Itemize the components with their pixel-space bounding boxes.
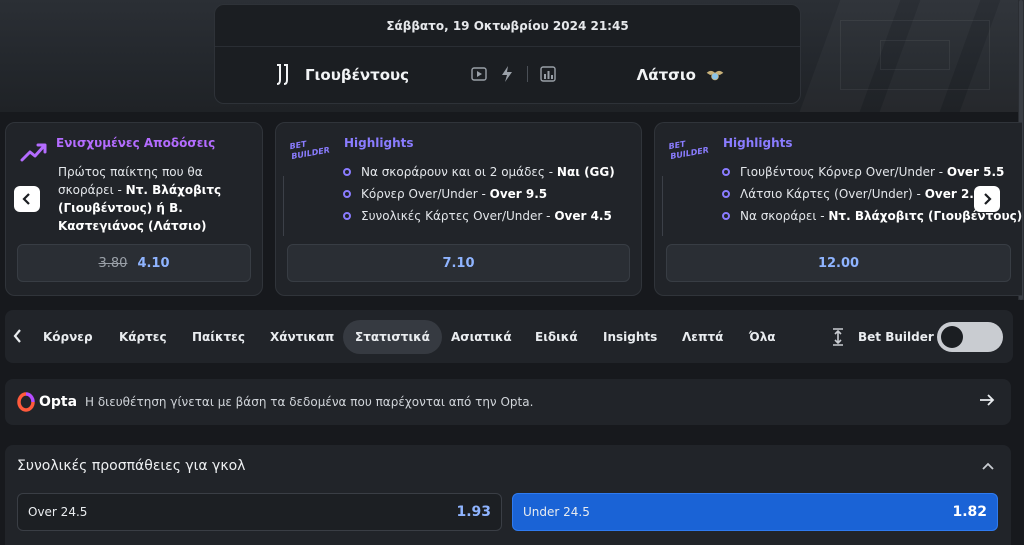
selection-over-button[interactable]: Over 24.5 1.93 [17,493,502,531]
bet-builder-toggle[interactable] [937,322,1003,352]
tab-cards[interactable]: Κάρτες [107,320,179,354]
home-team-name: Γιουβέντους [305,66,410,84]
lightning-icon[interactable] [499,66,515,82]
bet-builder-logo: BET BUILDER [667,139,710,162]
tab-insights[interactable]: Insights [591,320,669,354]
list-item: Κόρνερ Over/Under - Over 9.5 [341,183,633,205]
tab-statistics[interactable]: Στατιστικά [343,320,442,354]
match-actions [471,66,556,82]
opta-banner[interactable]: Opta Η διευθέτηση γίνεται με βάση τα δεδ… [5,379,1011,425]
market-title: Συνολικές προσπάθειες για γκολ [17,458,246,474]
away-team-name: Λάτσιο [636,66,696,84]
tab-asian[interactable]: Ασιατικά [439,320,524,354]
promo-odds-button[interactable]: 12.00 [666,244,1011,282]
promo-card-bet-builder[interactable]: BET BUILDER Highlights Γιουβέντους Κόρνερ… [654,122,1022,296]
carousel-prev-button[interactable] [14,186,40,212]
bet-builder-icon [833,328,843,346]
tabs-prev-button[interactable] [7,324,29,348]
carousel-next-button[interactable] [974,186,1000,212]
boosted-odds: 4.10 [137,255,170,271]
promo-card-bet-builder[interactable]: BET BUILDER Highlights Να σκοράρουν και ο… [275,122,642,296]
promo-title: Highlights [723,136,793,150]
match-card: Σάββατο, 19 Οκτωβρίου 2024 21:45 Γιουβέν… [214,4,801,104]
opta-logo: Opta [17,391,77,413]
list-item: Συνολικές Κάρτες Over/Under - Over 4.5 [341,205,633,227]
tab-minutes[interactable]: Λεπτά [670,320,735,354]
promo-card-boost[interactable]: Ενισχυμένες Αποδόσεις Πρώτος παίκτης που… [5,122,263,296]
chevron-left-icon [22,193,30,205]
play-icon[interactable] [471,66,487,82]
lazio-crest-icon [706,64,724,86]
arrow-right-icon[interactable] [979,392,997,412]
tab-players[interactable]: Παίκτες [180,320,257,354]
opta-mark-icon [17,392,35,412]
odds: 12.00 [817,255,860,271]
stats-icon[interactable] [540,66,556,82]
selection-odds: 1.93 [456,504,491,520]
list-item: Γιουβέντους Κόρνερ Over/Under - Over 5.5 [720,161,1022,183]
list-item: Να σκοράρουν και οι 2 ομάδες - Ναι (GG) [341,161,633,183]
tab-handicap[interactable]: Χάντικαπ [258,320,346,354]
match-datetime: Σάββατο, 19 Οκτωβρίου 2024 21:45 [215,5,800,47]
selection-label: Under 24.5 [523,505,590,519]
promo-description: Πρώτος παίκτης που θα σκοράρει - Ντ. Βλά… [58,165,222,233]
odds: 7.10 [442,255,475,271]
tab-specials[interactable]: Ειδικά [523,320,590,354]
tab-corners[interactable]: Κόρνερ [31,320,105,354]
bet-builder-logo: BET BUILDER [288,139,331,162]
promo-odds-button[interactable]: 3.80 4.10 [17,244,251,282]
selection-under-button[interactable]: Under 24.5 1.82 [512,493,998,531]
bet-builder-label: Bet Builder [858,330,934,344]
tab-all[interactable]: Όλα [737,320,788,354]
opta-disclaimer: Η διευθέτηση γίνεται με βάση τα δεδομένα… [85,395,534,409]
trending-up-icon [20,143,47,162]
chevron-left-icon [13,329,21,343]
home-team[interactable]: Γιουβέντους [273,61,409,89]
promo-carousel: Ενισχυμένες Αποδόσεις Πρώτος παίκτης που… [0,122,1024,298]
old-odds: 3.80 [98,255,128,271]
market-tabs: Κόρνερ Κάρτες Παίκτες Χάντικαπ Στατιστικ… [5,310,1013,363]
selection-odds: 1.82 [952,504,987,520]
divider [527,66,528,82]
chevron-right-icon [984,193,992,205]
promo-odds-button[interactable]: 7.10 [287,244,630,282]
market-total-goal-attempts: Συνολικές προσπάθειες για γκολ Over 24.5… [5,445,1011,545]
juventus-crest-icon [273,64,291,86]
away-team[interactable]: Λάτσιο [637,61,724,89]
highlights-list: Να σκοράρουν και οι 2 ομάδες - Ναι (GG) … [341,161,633,227]
selection-label: Over 24.5 [28,505,88,519]
match-header: Σάββατο, 19 Οκτωβρίου 2024 21:45 Γιουβέν… [0,0,1024,112]
promo-title: Ενισχυμένες Αποδόσεις [56,136,216,150]
chevron-up-icon[interactable] [981,459,995,473]
promo-title: Highlights [344,136,414,150]
